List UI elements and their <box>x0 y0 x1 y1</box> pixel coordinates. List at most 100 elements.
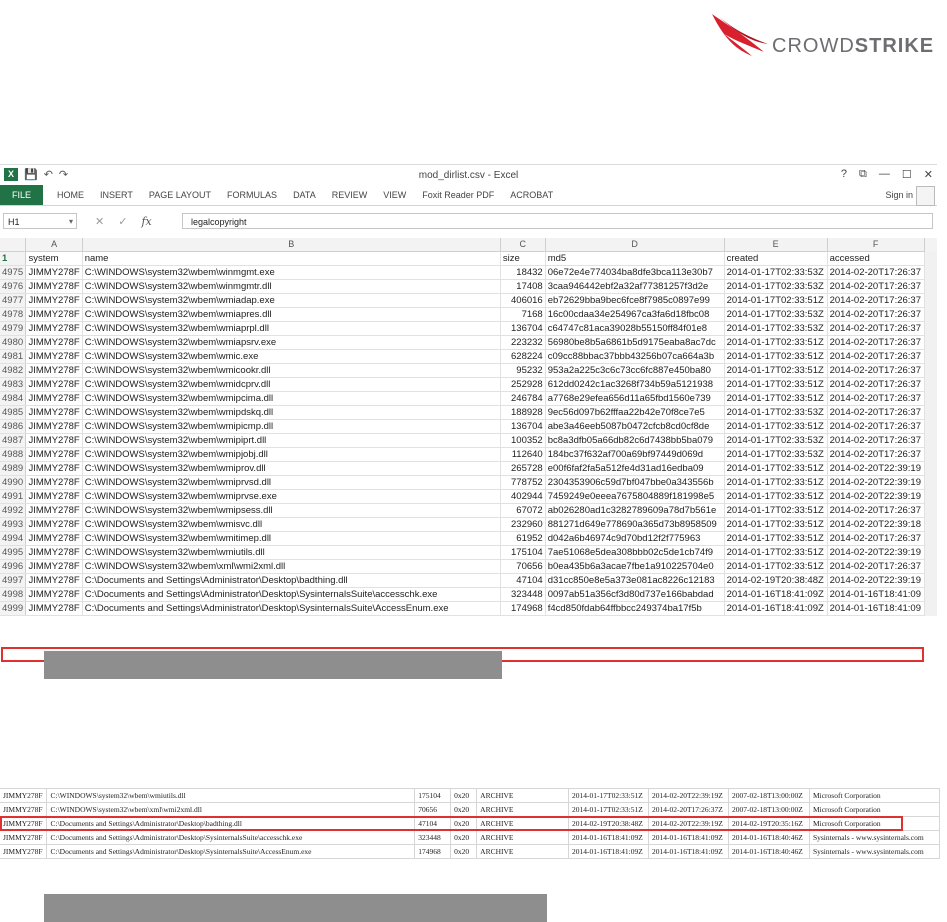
row-number[interactable]: 4996 <box>0 559 27 574</box>
cell-size[interactable]: 323448 <box>500 587 546 602</box>
cell-md5[interactable]: 3caa946442ebf2a32af77381257f3d2e <box>545 279 725 294</box>
cell-accessed[interactable]: 2014-01-16T18:41:09 <box>827 601 925 616</box>
cell-system[interactable]: JIMMY278F <box>25 321 83 336</box>
cell-created[interactable]: 2014-01-17T02:33:51Z <box>724 335 828 350</box>
scrollbar-up-arrow[interactable] <box>923 238 937 252</box>
tab-home[interactable]: HOME <box>49 190 92 200</box>
cell-name[interactable]: C:\WINDOWS\system32\wbem\wmiaprpl.dll <box>82 321 501 336</box>
cell-name[interactable]: C:\WINDOWS\system32\wbem\wmiutils.dll <box>82 545 501 560</box>
scrollbar-track[interactable] <box>923 363 937 378</box>
cell-created[interactable]: 2014-01-17T02:33:53Z <box>724 307 828 322</box>
row-number[interactable]: 4982 <box>0 363 27 378</box>
tab-foxit-reader-pdf[interactable]: Foxit Reader PDF <box>414 190 502 200</box>
row-number[interactable]: 4985 <box>0 405 27 420</box>
cell-md5[interactable]: 2304353906c59d7bf047bbe0a343556b <box>545 475 725 490</box>
cell-system[interactable]: JIMMY278F <box>25 363 83 378</box>
scrollbar-track[interactable] <box>923 559 937 574</box>
cell-md5[interactable]: 881271d649e778690a365d73b8958509 <box>545 517 725 532</box>
scrollbar-track[interactable] <box>923 601 937 616</box>
cell-header-name[interactable]: name <box>82 251 501 266</box>
cell-accessed[interactable]: 2014-02-20T17:26:37 <box>827 377 925 392</box>
enter-icon[interactable]: ✓ <box>118 215 127 228</box>
cell-name[interactable]: C:\WINDOWS\system32\wbem\wmipjobj.dll <box>82 447 501 462</box>
cell-size[interactable]: 95232 <box>500 363 546 378</box>
cell-created[interactable]: 2014-01-17T02:33:51Z <box>724 489 828 504</box>
cell-created[interactable]: 2014-01-17T02:33:51Z <box>724 293 828 308</box>
cell-size[interactable]: 70656 <box>500 559 546 574</box>
row-number[interactable]: 4978 <box>0 307 27 322</box>
row-number[interactable]: 4988 <box>0 447 27 462</box>
row-number[interactable]: 4984 <box>0 391 27 406</box>
cell-accessed[interactable]: 2014-02-20T17:26:37 <box>827 265 925 280</box>
cell-accessed[interactable]: 2014-02-20T17:26:37 <box>827 363 925 378</box>
cell-system[interactable]: JIMMY278F <box>25 377 83 392</box>
chevron-down-icon[interactable]: ▾ <box>69 214 73 230</box>
cell-name[interactable]: C:\WINDOWS\system32\wbem\wmisvc.dll <box>82 517 501 532</box>
cell-accessed[interactable]: 2014-02-20T17:26:37 <box>827 279 925 294</box>
row-number[interactable]: 4999 <box>0 601 27 616</box>
cell-size[interactable]: 100352 <box>500 433 546 448</box>
cell-created[interactable]: 2014-01-17T02:33:51Z <box>724 531 828 546</box>
cell-size[interactable]: 402944 <box>500 489 546 504</box>
column-header-e[interactable]: E <box>724 238 828 252</box>
cell-system[interactable]: JIMMY278F <box>25 601 83 616</box>
cell-created[interactable]: 2014-01-17T02:33:53Z <box>724 405 828 420</box>
tab-file[interactable]: FILE <box>0 185 44 205</box>
cell-created[interactable]: 2014-01-17T02:33:51Z <box>724 377 828 392</box>
cell-system[interactable]: JIMMY278F <box>25 503 83 518</box>
cell-name[interactable]: C:\WINDOWS\system32\wbem\wmipdskq.dll <box>82 405 501 420</box>
cell-md5[interactable]: 9ec56d097b62fffaa22b42e70f8ce7e5 <box>545 405 725 420</box>
tab-view[interactable]: VIEW <box>375 190 414 200</box>
cell-size[interactable]: 18432 <box>500 265 546 280</box>
cell-size[interactable]: 628224 <box>500 349 546 364</box>
cell-system[interactable]: JIMMY278F <box>25 405 83 420</box>
row-number[interactable]: 4989 <box>0 461 27 476</box>
cell-header-size[interactable]: size <box>500 251 546 266</box>
cell-created[interactable]: 2014-02-19T20:38:48Z <box>724 573 828 588</box>
cell-size[interactable]: 265728 <box>500 461 546 476</box>
cell-name[interactable]: C:\WINDOWS\system32\wbem\wmipcima.dll <box>82 391 501 406</box>
cell-accessed[interactable]: 2014-02-20T17:26:37 <box>827 433 925 448</box>
cell-accessed[interactable]: 2014-02-20T17:26:37 <box>827 419 925 434</box>
cell-accessed[interactable]: 2014-02-20T17:26:37 <box>827 531 925 546</box>
cell-system[interactable]: JIMMY278F <box>25 531 83 546</box>
cell-name[interactable]: C:\WINDOWS\system32\wbem\wmitimep.dll <box>82 531 501 546</box>
scrollbar-track[interactable] <box>923 587 937 602</box>
tab-data[interactable]: DATA <box>285 190 324 200</box>
cell-system[interactable]: JIMMY278F <box>25 265 83 280</box>
cell-accessed[interactable]: 2014-02-20T17:26:37 <box>827 559 925 574</box>
cell-md5[interactable]: 06e72e4e774034ba8dfe3bca113e30b7 <box>545 265 725 280</box>
close-icon[interactable]: ✕ <box>924 168 933 181</box>
cell-system[interactable]: JIMMY278F <box>25 517 83 532</box>
row-number[interactable]: 4987 <box>0 433 27 448</box>
cell-created[interactable]: 2014-01-17T02:33:51Z <box>724 545 828 560</box>
cell-accessed[interactable]: 2014-02-20T17:26:37 <box>827 335 925 350</box>
cell-name[interactable]: C:\WINDOWS\system32\wbem\wmipicmp.dll <box>82 419 501 434</box>
cell-created[interactable]: 2014-01-17T02:33:51Z <box>724 517 828 532</box>
cell-accessed[interactable]: 2014-02-20T17:26:37 <box>827 447 925 462</box>
cell-md5[interactable]: eb72629bba9bec6fce8f7985c0897e99 <box>545 293 725 308</box>
row-number[interactable]: 4981 <box>0 349 27 364</box>
row-number[interactable]: 4993 <box>0 517 27 532</box>
minimize-icon[interactable]: — <box>879 168 890 181</box>
select-all-corner[interactable] <box>0 238 27 252</box>
help-icon[interactable]: ? <box>841 168 847 181</box>
cell-accessed[interactable]: 2014-02-20T22:39:19 <box>827 475 925 490</box>
column-header-c[interactable]: C <box>500 238 546 252</box>
cell-accessed[interactable]: 2014-02-20T22:39:19 <box>827 489 925 504</box>
row-number[interactable]: 4979 <box>0 321 27 336</box>
cell-size[interactable]: 778752 <box>500 475 546 490</box>
cell-name[interactable]: C:\WINDOWS\system32\wbem\wmiprov.dll <box>82 461 501 476</box>
scrollbar-track[interactable] <box>923 489 937 504</box>
tab-acrobat[interactable]: ACROBAT <box>502 190 561 200</box>
cell-md5[interactable]: ab026280ad1c3282789609a78d7b561e <box>545 503 725 518</box>
cell-created[interactable]: 2014-01-17T02:33:51Z <box>724 559 828 574</box>
scrollbar-track[interactable] <box>923 321 937 336</box>
sign-in-link[interactable]: Sign in <box>885 190 913 200</box>
cell-system[interactable]: JIMMY278F <box>25 447 83 462</box>
cell-md5[interactable]: 7ae51068e5dea308bbb02c5de1cb74f9 <box>545 545 725 560</box>
tab-review[interactable]: REVIEW <box>324 190 376 200</box>
cell-name[interactable]: C:\WINDOWS\system32\wbem\wmipsess.dll <box>82 503 501 518</box>
cell-system[interactable]: JIMMY278F <box>25 391 83 406</box>
scrollbar-track[interactable] <box>923 335 937 350</box>
